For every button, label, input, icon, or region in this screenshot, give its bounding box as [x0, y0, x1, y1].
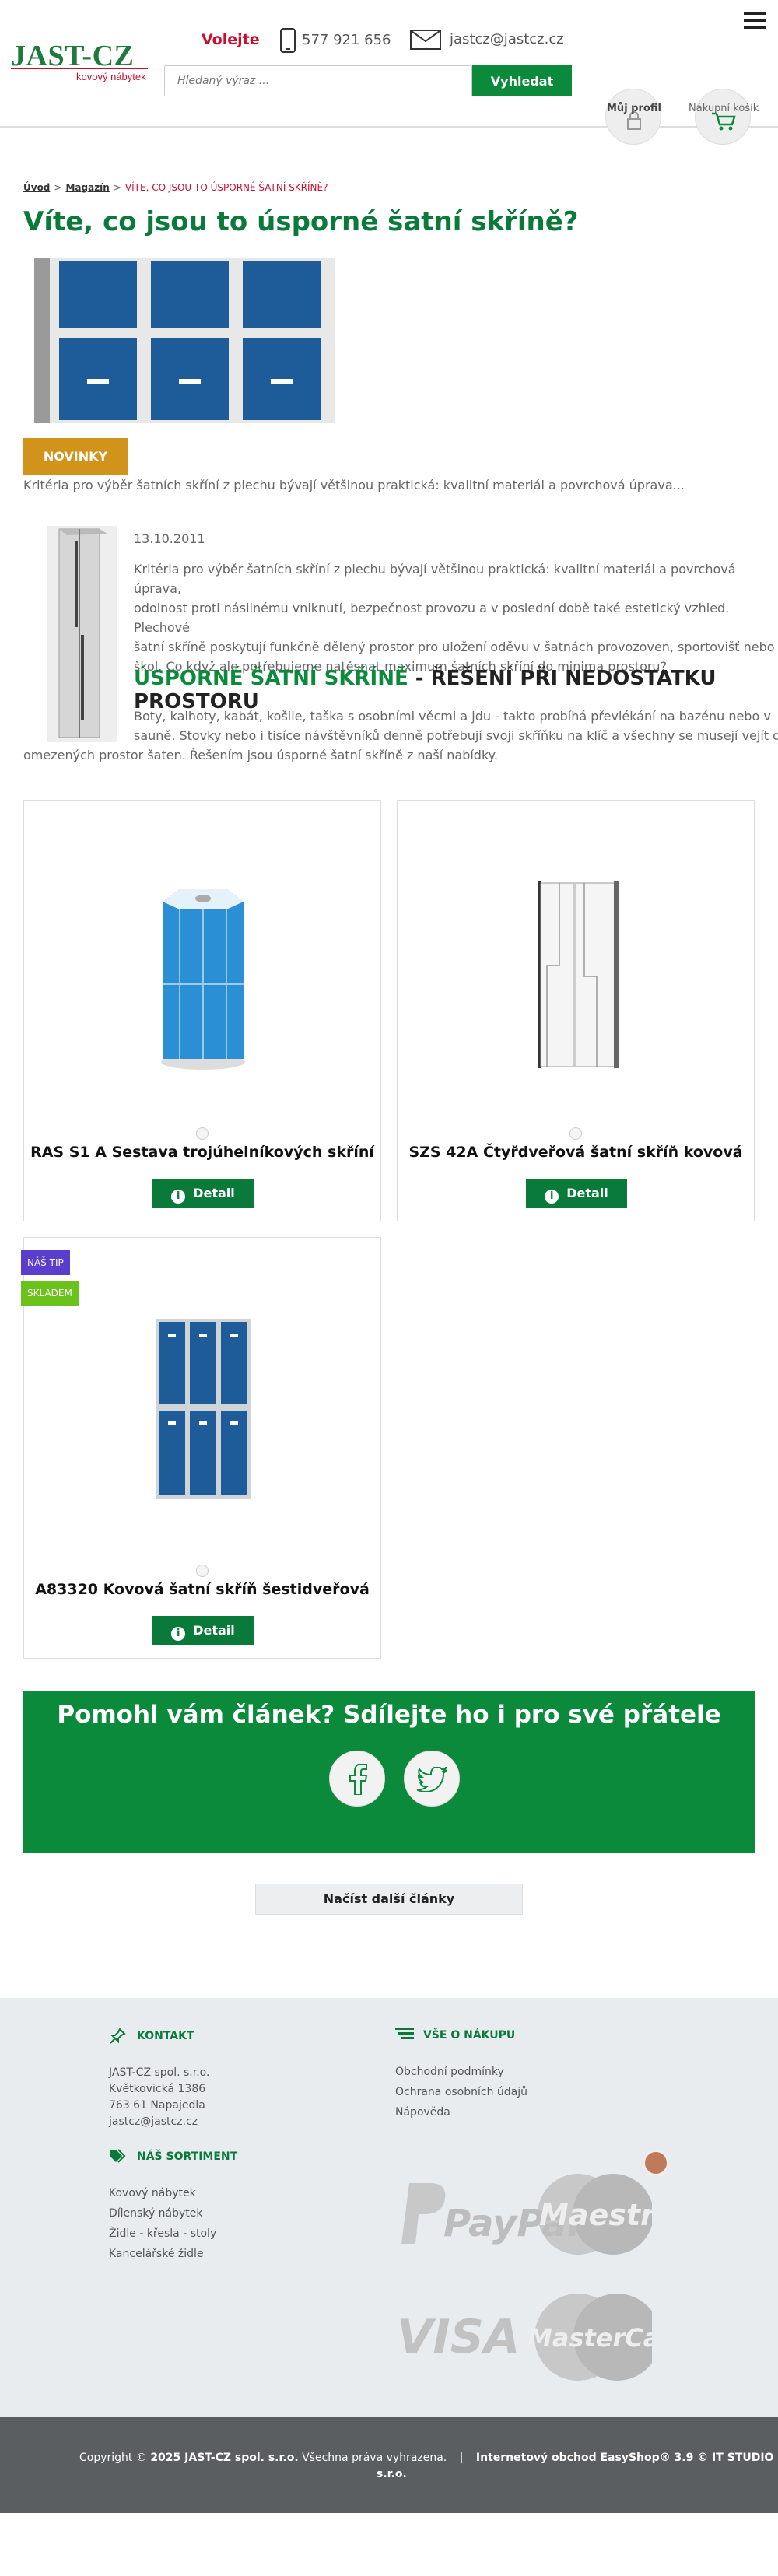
product-title[interactable]: SZS 42A Čtyřdveřová šatní skříň kovová	[398, 1144, 754, 1161]
menu-icon[interactable]	[744, 12, 766, 30]
footer-link[interactable]: Obchodní podmínky	[395, 2062, 527, 2082]
info-icon: i	[171, 1190, 186, 1204]
footer-link[interactable]: Dílenský nábytek	[109, 2203, 216, 2224]
phone-link[interactable]: 577 921 656	[302, 32, 391, 48]
footer: KONTAKT JAST-CZ spol. s.r.o. Květkovická …	[0, 1998, 778, 2417]
svg-text:MasterCard: MasterCard	[527, 2323, 652, 2353]
share-section: Pomohl vám článek? Sdílejte ho i pro své…	[23, 1691, 755, 1853]
call-label: Volejte	[202, 31, 260, 48]
footer-link[interactable]: Kovový nábytek	[109, 2183, 216, 2203]
search-box	[164, 65, 472, 96]
profile-label: Můj profil	[607, 103, 661, 114]
carousel-dot[interactable]	[196, 1127, 209, 1140]
tags-icon	[110, 2149, 126, 2163]
detail-button[interactable]: i Detail	[152, 1616, 254, 1645]
twitter-icon	[417, 1767, 447, 1792]
page-title: Víte, co jsou to úsporné šatní skříně?	[23, 206, 579, 237]
product-card[interactable]: RAS S1 A Sestava trojúhelníkových skříní…	[23, 800, 381, 1221]
shop-credit-line2: s.r.o.	[377, 2468, 407, 2480]
footer-shopping-heading: VŠE O NÁKUPU	[423, 2029, 516, 2042]
logo-underline	[11, 68, 148, 69]
product-image	[538, 881, 619, 1068]
footer-link[interactable]: Nápověda	[395, 2102, 527, 2122]
share-title: Pomohl vám článek? Sdílejte ho i pro své…	[57, 1701, 721, 1729]
copyright-text: Copyright © 2025 JAST-CZ spol. s.r.o. Vš…	[79, 2452, 774, 2464]
carousel-dot[interactable]	[196, 1565, 209, 1577]
footer-assortment-heading: NÁŠ SORTIMENT	[137, 2150, 238, 2163]
logo-subtitle: kovový nábytek	[76, 71, 146, 82]
mail-icon	[410, 30, 441, 50]
payment-logos: PayPal Maestro VISA MasterCard	[397, 2174, 652, 2381]
article-excerpt: Kritéria pro výběr šatních skříní z plec…	[23, 478, 685, 492]
footer-link[interactable]: Židle - křesla - stoly	[109, 2224, 216, 2244]
detail-button[interactable]: i Detail	[152, 1179, 254, 1208]
cart-button[interactable]	[695, 89, 751, 145]
product-card[interactable]: SZS 42A Čtyřdveřová šatní skříň kovová i…	[397, 800, 755, 1221]
svg-text:Maestro: Maestro	[539, 2198, 652, 2232]
breadcrumb: Úvod > Magazín > VÍTE, CO JSOU TO ÚSPORNÉ ŠA…	[23, 182, 328, 193]
article-image	[47, 526, 117, 742]
facebook-button[interactable]	[329, 1751, 385, 1807]
hero-image	[34, 258, 335, 423]
list-icon	[395, 2028, 414, 2039]
search-input[interactable]	[165, 66, 471, 96]
search-button[interactable]: Vyhledat	[472, 65, 572, 96]
article-paragraph-1: Kritéria pro výběr šatních skříní z plec…	[134, 562, 775, 674]
footer-link[interactable]: Kancelářské židle	[109, 2244, 216, 2264]
phone-icon	[280, 28, 296, 53]
product-image	[156, 1319, 251, 1499]
footer-contact: JAST-CZ spol. s.r.o. Květkovická 1386 763 …	[109, 2066, 210, 2128]
footer-assortment: Kovový nábytek Dílenský nábytek Židle - …	[109, 2183, 216, 2264]
badge-in-stock: SKLADEM	[21, 1281, 79, 1306]
product-title[interactable]: A83320 Kovová šatní skříň šestidveřová	[24, 1581, 380, 1598]
svg-text:VISA: VISA	[397, 2310, 520, 2364]
facebook-icon	[349, 1764, 368, 1795]
article-date: 13.10.2011	[134, 531, 205, 546]
footer-link[interactable]: Ochrana osobních údajů	[395, 2082, 527, 2102]
product-title[interactable]: RAS S1 A Sestava trojúhelníkových skříní	[24, 1144, 380, 1161]
footer-contact-heading: KONTAKT	[137, 2030, 194, 2042]
shop-credit-link[interactable]: Internetový obchod EasyShop® 3.9 © IT ST…	[476, 2452, 774, 2464]
info-icon: i	[171, 1627, 186, 1641]
product-image	[161, 889, 245, 1070]
email-link[interactable]: jastcz@jastcz.cz	[450, 31, 564, 47]
carousel-dot[interactable]	[569, 1127, 582, 1140]
info-icon: i	[545, 1190, 559, 1204]
twitter-button[interactable]	[404, 1751, 460, 1807]
pin-icon	[110, 2028, 126, 2044]
detail-button[interactable]: i Detail	[526, 1179, 627, 1208]
product-card[interactable]: NÁŠ TIP SKLADEM A83320 Kovová šatní skří…	[21, 1237, 381, 1659]
load-more-button[interactable]: Načíst další články	[255, 1884, 523, 1915]
breadcrumb-magazine[interactable]: Magazín	[65, 182, 109, 193]
category-tag[interactable]: NOVINKY	[23, 438, 128, 475]
breadcrumb-home[interactable]: Úvod	[23, 182, 50, 193]
badge-tip: NÁŠ TIP	[21, 1250, 70, 1275]
profile-button[interactable]	[605, 89, 661, 145]
copyright-bar: Copyright © 2025 JAST-CZ spol. s.r.o. Vš…	[0, 2417, 778, 2513]
site-header: JAST-CZ kovový nábytek Volejte 577 921 6…	[0, 0, 778, 145]
cart-label: Nákupní košík	[689, 103, 759, 114]
footer-shopping: Obchodní podmínky Ochrana osobních údajů…	[395, 2062, 527, 2122]
breadcrumb-current: VÍTE, CO JSOU TO ÚSPORNÉ ŠATNÍ SKŘÍNĚ?	[124, 182, 328, 193]
